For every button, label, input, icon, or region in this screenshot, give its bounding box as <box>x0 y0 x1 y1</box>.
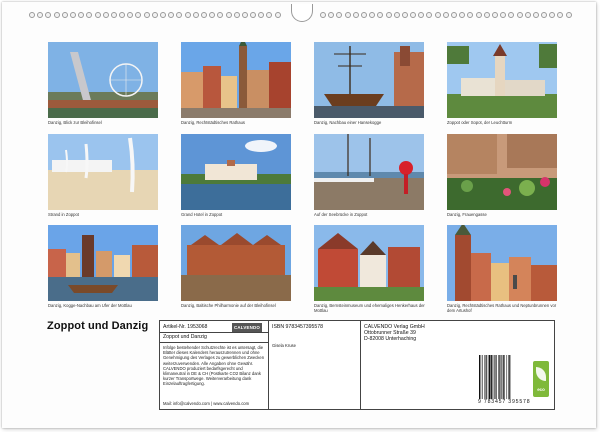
photo-old-town <box>181 42 291 118</box>
photo-caption: Danzig, Frauengasse <box>447 212 487 217</box>
photo-pier <box>314 134 424 210</box>
photo-caption: Zoppot oder Sopot, der Leuchtturm <box>447 120 513 125</box>
photo-flowers <box>447 134 557 210</box>
photo-caption: Grand Hotel in Zoppot <box>181 212 223 217</box>
photo-caption: Danzig, Bernsteinmuseum und ehemaliges H… <box>314 303 425 313</box>
contact-line: Mail: info@calvendo.com | www.calvendo.c… <box>163 401 250 406</box>
photo-caption: Auf der Seebrücke in Zoppot <box>314 212 368 217</box>
photo-caption: Danzig, Kogge-Nachbau am Ufer der Mottla… <box>48 303 132 308</box>
info-divider <box>268 321 269 409</box>
photo-lighthouse <box>447 42 557 118</box>
photo-hotel <box>181 134 291 210</box>
calvendo-logo: CALVENDO <box>232 323 262 332</box>
barcode <box>479 355 511 399</box>
photo-grid: Danzig, Blick zur Bleihofinsel Danzig, R… <box>2 2 596 322</box>
legal-text: Infolge bestehender Schutzrechte ist es … <box>163 345 265 387</box>
photo-caption: Danzig, Rechtstädtisches Rathaus <box>181 120 246 125</box>
calendar-page: Danzig, Blick zur Bleihofinsel Danzig, R… <box>2 2 596 428</box>
photo-neptune <box>447 225 557 301</box>
photo-caption: Danzig, Rechtstädtisches Rathaus und Nep… <box>447 303 557 313</box>
photo-beach <box>48 134 158 210</box>
photo-caption: Danzig, Baltische Philharmonie auf der B… <box>181 303 276 308</box>
calendar-title: Zoppot und Danzig <box>47 320 149 332</box>
eco-label: eco <box>537 387 545 392</box>
info-divider <box>360 321 361 409</box>
photo-ship <box>314 42 424 118</box>
info-divider <box>160 332 268 333</box>
info-panel: Artikel-Nr. 1953068 CALVENDO Zoppot und … <box>159 320 555 410</box>
article-number: Artikel-Nr. 1953068 <box>163 324 208 330</box>
photo-caption: Danzig, Blick zur Bleihofinsel <box>48 120 102 125</box>
photo-caption: Strand in Zoppot <box>48 212 79 217</box>
photo-caption: Danzig, Nachbau einer Hansekogge <box>314 120 382 125</box>
product-title: Zoppot und Danzig <box>163 334 207 340</box>
photo-philharmonic <box>181 225 291 301</box>
barcode-number: 9 783457 395578 <box>478 399 531 405</box>
isbn: ISBN 9783457395578 <box>272 324 324 330</box>
publisher-city: D-82008 Unterhaching <box>364 336 417 342</box>
leaf-icon <box>536 367 546 381</box>
info-divider <box>160 342 268 343</box>
eco-badge: eco <box>533 361 549 397</box>
photo-riverside <box>48 225 158 301</box>
author: Gisela Kruse <box>272 343 296 348</box>
photo-museum <box>314 225 424 301</box>
photo-ferris-wheel <box>48 42 158 118</box>
